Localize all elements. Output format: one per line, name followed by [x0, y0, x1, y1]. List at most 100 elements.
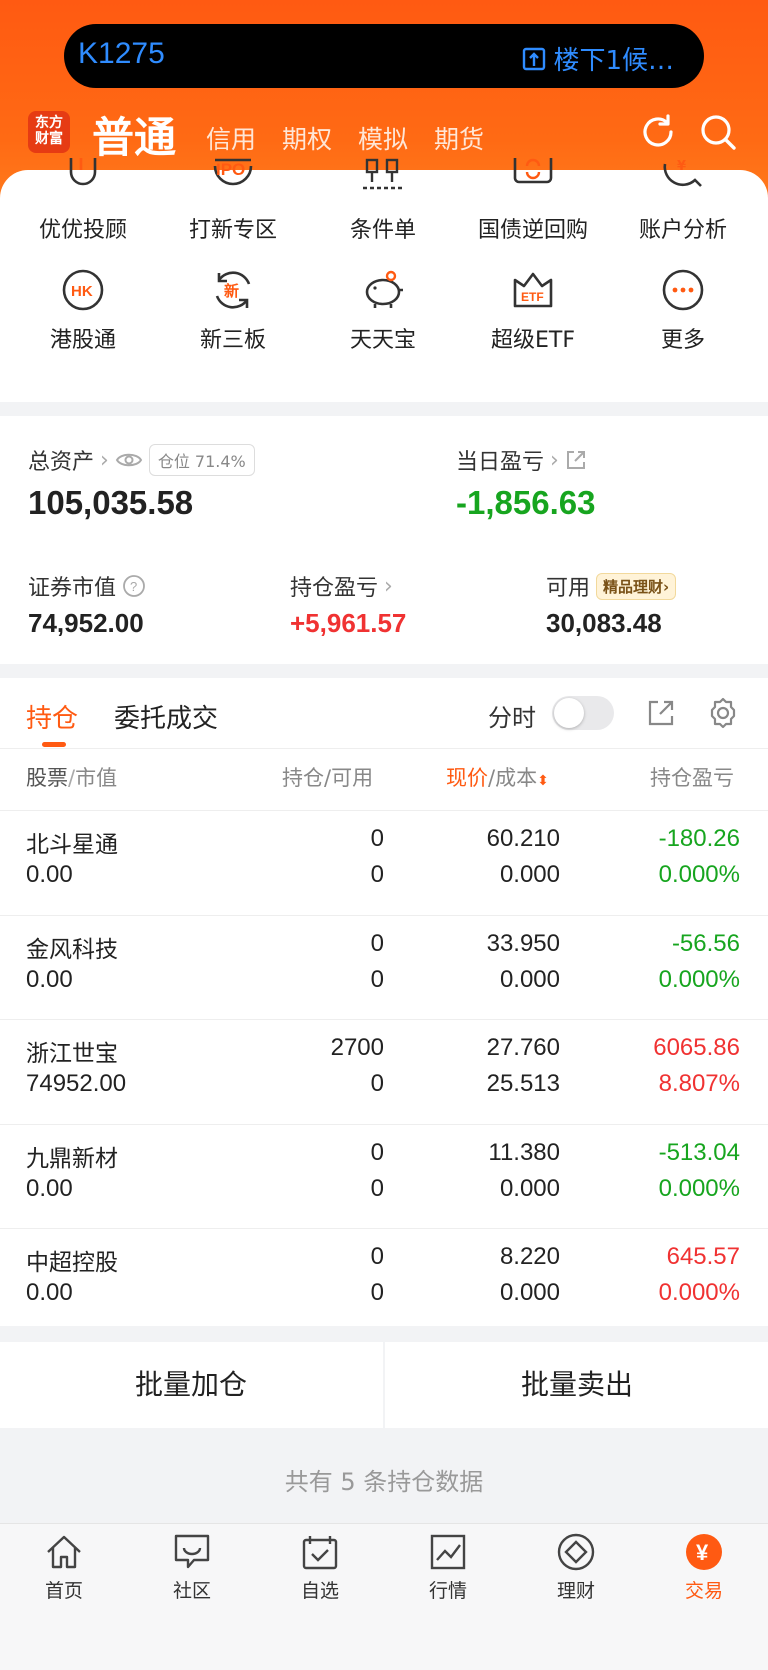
- more-icon: [662, 269, 704, 311]
- tabbar-trade[interactable]: ¥ 交易: [654, 1532, 754, 1603]
- grid-item-repo[interactable]: 国债逆回购: [458, 158, 608, 244]
- status-right-text: 楼下1候…: [553, 46, 674, 76]
- share-icon[interactable]: [565, 449, 587, 471]
- table-row[interactable]: 浙江世宝 74952.00 2700 0 27.760 25.513 6065.86 8.80…: [0, 1019, 768, 1124]
- grid-label: 天天宝: [349, 328, 416, 353]
- tabbar-community[interactable]: 社区: [142, 1532, 242, 1603]
- tabbar-home[interactable]: 首页: [14, 1532, 114, 1603]
- grid-item-tiantianbao[interactable]: 天天宝: [308, 268, 458, 354]
- repo-icon: [513, 158, 553, 184]
- toggle-knob: [554, 698, 584, 728]
- cell-pl: -513.04: [658, 1138, 740, 1166]
- batch-add-button[interactable]: 批量加仓: [0, 1342, 382, 1428]
- neeq-icon: 新: [215, 271, 251, 309]
- batch-sell-button[interactable]: 批量卖出: [386, 1342, 768, 1428]
- search-icon[interactable]: [698, 112, 738, 152]
- tab-holdings[interactable]: 持仓: [26, 698, 78, 735]
- cell-price: 11.380: [488, 1138, 560, 1166]
- tabbar-market[interactable]: 行情: [398, 1532, 498, 1603]
- tabbar-wealth[interactable]: 理财: [526, 1532, 626, 1603]
- holding-pl-label-group[interactable]: 持仓盈亏 ›: [290, 570, 393, 602]
- help-icon[interactable]: ?: [122, 574, 146, 598]
- hk-icon: HK: [62, 269, 104, 311]
- grid-item-advisor[interactable]: 优优投顾: [8, 158, 158, 244]
- cell-pct: 0.000%: [658, 965, 740, 993]
- advisor-icon: [69, 158, 97, 186]
- cell-pct: 8.807%: [658, 1070, 740, 1097]
- status-right[interactable]: 楼下1候…: [521, 40, 674, 77]
- total-assets-label-group[interactable]: 总资产 › 仓位 71.4%: [28, 444, 255, 476]
- grid-item-more[interactable]: 更多: [608, 268, 758, 354]
- account-type-tabs: 信用 期权 模拟 期货: [206, 120, 484, 156]
- app-logo: 东方 财富: [28, 111, 70, 153]
- tabbar-label: 交易: [684, 1580, 723, 1602]
- cell-cost: 0.000: [499, 861, 560, 888]
- tab-normal-account[interactable]: 普通: [92, 104, 176, 165]
- grid-item-condition-order[interactable]: 条件单: [308, 158, 458, 244]
- wealth-product-badge[interactable]: 精品理财›: [596, 572, 677, 600]
- table-row[interactable]: 金风科技 0.00 0 0 33.950 0.000 -56.56 0.000%: [0, 914, 768, 1020]
- tabbar-label: 行情: [428, 1580, 467, 1602]
- wealth-icon: [557, 1533, 595, 1571]
- quick-function-grid: 优优投顾 IPO 打新专区 条件单 国债逆回购 ¥ 账户分析 HK 港股通 新 …: [0, 158, 768, 402]
- condition-order-icon: [363, 158, 403, 190]
- grid-label: 新三板: [199, 328, 266, 353]
- grid-item-neeq[interactable]: 新 新三板: [158, 268, 308, 354]
- grid-label: 打新专区: [188, 218, 277, 243]
- table-row[interactable]: 中超控股 0.00 0 0 8.220 0.000 645.57 0.000%: [0, 1228, 768, 1333]
- tab-futures[interactable]: 期货: [434, 120, 484, 156]
- elevator-icon: [523, 47, 546, 70]
- available-label: 可用: [546, 576, 591, 601]
- tab-credit[interactable]: 信用: [206, 120, 256, 156]
- tab-options[interactable]: 期权: [282, 120, 332, 156]
- svg-text:¥: ¥: [677, 159, 686, 174]
- tabbar-label: 自选: [300, 1580, 339, 1602]
- tab-underline: [42, 742, 66, 747]
- position-ratio-badge: 仓位 71.4%: [148, 444, 255, 476]
- logo-line1: 东方: [35, 115, 63, 131]
- grid-item-hk-connect[interactable]: HK 港股通: [8, 268, 158, 354]
- ipo-text: IPO: [216, 160, 246, 179]
- col-header-price[interactable]: 现价/成本⬍: [446, 762, 549, 792]
- table-row[interactable]: 北斗星通 0.00 0 0 60.210 0.000 -180.26 0.000%: [0, 810, 768, 915]
- col-header-stock: 股票/市值: [26, 762, 117, 792]
- cell-pl: 6065.86: [653, 1034, 740, 1061]
- cell-price: 33.950: [486, 929, 560, 957]
- grid-item-ipo[interactable]: IPO 打新专区: [158, 158, 308, 244]
- cell-name: 北斗星通: [26, 832, 118, 858]
- piggy-bank-icon: [365, 270, 403, 308]
- holdings-count-note: 共有 5 条持仓数据: [284, 1468, 484, 1496]
- cell-mv: 0.00: [26, 1174, 73, 1202]
- cell-price: 27.760: [486, 1034, 560, 1061]
- cell-mv: 0.00: [26, 1279, 73, 1306]
- cell-avail: 0: [370, 1070, 384, 1097]
- tabbar-watchlist[interactable]: 自选: [270, 1532, 370, 1603]
- cell-name: 中超控股: [26, 1250, 118, 1276]
- trade-icon: ¥: [686, 1534, 722, 1570]
- batch-actions: 批量加仓 批量卖出: [0, 1342, 768, 1428]
- eye-icon[interactable]: [115, 451, 143, 469]
- cell-avail: 0: [370, 965, 384, 993]
- cell-pct: 0.000%: [658, 861, 740, 888]
- tab-orders-deals[interactable]: 委托成交: [114, 698, 218, 735]
- cell-avail: 0: [370, 1279, 384, 1306]
- col-header-pl: 持仓盈亏: [650, 766, 734, 790]
- grid-item-analysis[interactable]: ¥ 账户分析: [608, 158, 758, 244]
- col-header-hold: 持仓/可用: [282, 762, 373, 792]
- refresh-icon[interactable]: [638, 112, 678, 152]
- settings-icon[interactable]: [706, 696, 740, 730]
- table-row[interactable]: 九鼎新材 0.00 0 0 11.380 0.000 -513.04 0.000%: [0, 1123, 768, 1229]
- etf-icon: ETF: [513, 272, 553, 308]
- export-icon[interactable]: [646, 698, 676, 728]
- fenshi-toggle[interactable]: [552, 696, 614, 730]
- daily-pl-label-group[interactable]: 当日盈亏 ›: [456, 444, 587, 476]
- grid-label: 更多: [660, 328, 705, 353]
- grid-label: 国债逆回购: [477, 218, 588, 243]
- cell-avail: 0: [370, 1174, 384, 1202]
- cell-cost: 0.000: [499, 965, 560, 993]
- available-value: 30,083.48: [546, 608, 662, 638]
- grid-item-super-etf[interactable]: ETF 超级ETF: [458, 268, 608, 354]
- tabbar-label: 理财: [556, 1580, 595, 1602]
- divider: [383, 1342, 385, 1428]
- tab-simulation[interactable]: 模拟: [358, 120, 408, 156]
